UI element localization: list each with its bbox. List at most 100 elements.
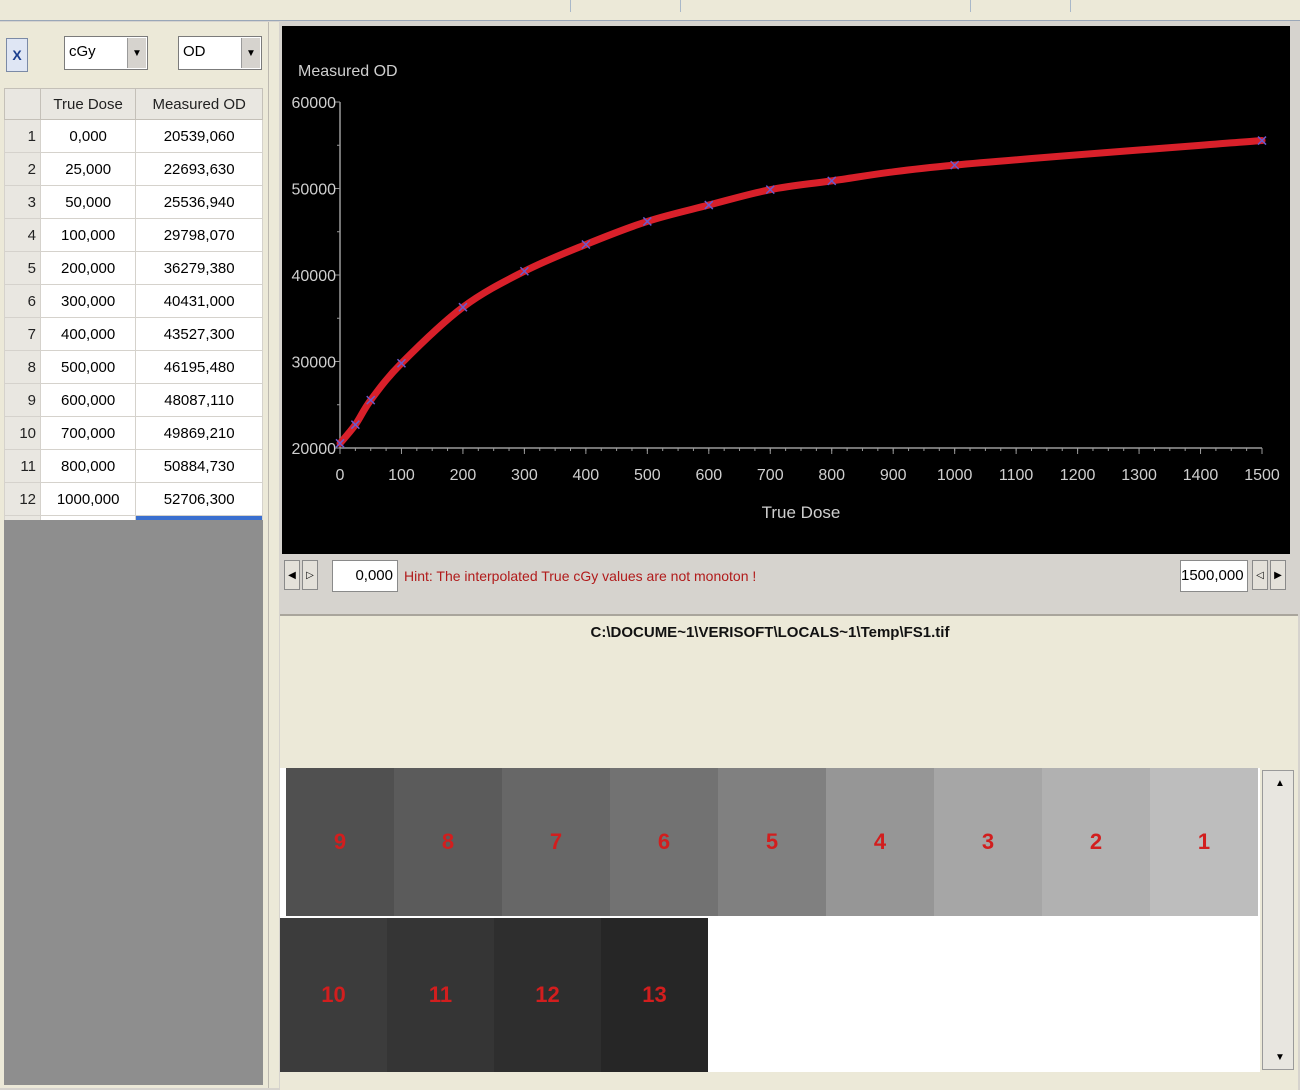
dose-cell[interactable]: 500,000	[39, 350, 137, 384]
x-tick-label: 800	[818, 467, 845, 484]
od-cell[interactable]: 52706,300	[135, 482, 263, 516]
range-right-step[interactable]: ◁	[1252, 560, 1268, 590]
od-cell[interactable]: 43527,300	[135, 317, 263, 351]
od-cell[interactable]: 49869,210	[135, 416, 263, 450]
measure-select[interactable]: OD ▼	[178, 36, 262, 70]
x-tick-label: 1300	[1121, 467, 1157, 484]
film-tile: 11	[387, 918, 494, 1072]
table-row[interactable]: 1 0,000 20539,060	[4, 119, 263, 153]
excel-export-icon[interactable]: X	[6, 38, 28, 72]
dose-cell[interactable]: 700,000	[39, 416, 137, 450]
x-tick-label: 600	[695, 467, 722, 484]
table-row[interactable]: 12 1000,000 52706,300	[4, 482, 263, 516]
row-number: 7	[4, 317, 41, 351]
film-tile: 1	[1150, 768, 1258, 916]
row-number: 11	[4, 449, 41, 483]
scroll-down-icon[interactable]: ▼	[1273, 1049, 1287, 1065]
dose-cell[interactable]: 300,000	[39, 284, 137, 318]
chevron-down-icon[interactable]: ▼	[127, 38, 146, 68]
table-row[interactable]: 4 100,000 29798,070	[4, 218, 263, 252]
range-left-step[interactable]: ▷	[302, 560, 318, 590]
table-row[interactable]: 5 200,000 36279,380	[4, 251, 263, 285]
table-row[interactable]: 8 500,000 46195,480	[4, 350, 263, 384]
chart-svg: Measured OD True Dose 20000 30000 40000 50000…	[292, 63, 1280, 522]
od-cell[interactable]: 29798,070	[135, 218, 263, 252]
film-tile: 13	[601, 918, 708, 1072]
table-row[interactable]: 3 50,000 25536,940	[4, 185, 263, 219]
row-number: 9	[4, 383, 41, 417]
scroll-up-icon[interactable]: ▲	[1273, 775, 1287, 791]
x-tick-label: 1000	[937, 467, 973, 484]
od-cell[interactable]: 36279,380	[135, 251, 263, 285]
row-number: 5	[4, 251, 41, 285]
column-header-true-dose[interactable]: True Dose	[39, 88, 137, 120]
y-axis-label: Measured OD	[298, 63, 398, 80]
od-cell[interactable]: 48087,110	[135, 383, 263, 417]
x-tick-label: 1500	[1244, 467, 1280, 484]
measure-select-value: OD	[183, 43, 206, 60]
window-top-bar	[0, 0, 1300, 21]
range-min-field[interactable]: 0,000	[332, 560, 398, 592]
table-row[interactable]: 6 300,000 40431,000	[4, 284, 263, 318]
table-row[interactable]: 11 800,000 50884,730	[4, 449, 263, 483]
row-number: 10	[4, 416, 41, 450]
top-segment	[680, 0, 971, 12]
dose-cell[interactable]: 100,000	[39, 218, 137, 252]
od-cell[interactable]: 25536,940	[135, 185, 263, 219]
table-row[interactable]: 10 700,000 49869,210	[4, 416, 263, 450]
dose-od-table: True Dose Measured OD 1 0,000 20539,060 2 25…	[4, 88, 263, 549]
film-tile: 8	[394, 768, 502, 916]
image-vertical-scrollbar[interactable]: ▲ ▼	[1262, 770, 1294, 1070]
dose-cell[interactable]: 200,000	[39, 251, 137, 285]
x-tick-label: 400	[573, 467, 600, 484]
od-cell[interactable]: 40431,000	[135, 284, 263, 318]
x-tick-label: 0	[336, 467, 345, 484]
top-segment	[970, 0, 1071, 12]
film-scan-image[interactable]: 9 8 7 6 5 4 3 2 1 10 11 12 13	[280, 768, 1260, 1072]
od-cell[interactable]: 20539,060	[135, 119, 263, 153]
chevron-down-icon[interactable]: ▼	[241, 38, 260, 68]
unit-select[interactable]: cGy ▼	[64, 36, 148, 70]
calibration-chart: Measured OD True Dose 20000 30000 40000 50000…	[282, 26, 1290, 554]
dose-cell[interactable]: 1000,000	[39, 482, 137, 516]
film-image-panel: C:\DOCUME~1\VERISOFT\LOCALS~1\Temp\FS1.t…	[280, 614, 1298, 1090]
od-cell[interactable]: 50884,730	[135, 449, 263, 483]
row-header-corner	[4, 88, 41, 120]
range-max-field[interactable]: 1500,000	[1180, 560, 1248, 592]
row-number: 2	[4, 152, 41, 186]
panel-splitter[interactable]	[268, 22, 279, 1088]
x-tick-label: 500	[634, 467, 661, 484]
table-row[interactable]: 7 400,000 43527,300	[4, 317, 263, 351]
x-tick-label: 1100	[999, 467, 1034, 484]
dose-cell[interactable]: 50,000	[39, 185, 137, 219]
x-tick-label: 900	[880, 467, 907, 484]
y-tick-label: 60000	[292, 95, 337, 112]
film-tile: 12	[494, 918, 601, 1072]
row-number: 1	[4, 119, 41, 153]
film-tile: 4	[826, 768, 934, 916]
table-row[interactable]: 9 600,000 48087,110	[4, 383, 263, 417]
dose-cell[interactable]: 600,000	[39, 383, 137, 417]
x-tick-label: 100	[388, 467, 415, 484]
column-header-measured-od[interactable]: Measured OD	[135, 88, 263, 120]
dose-cell[interactable]: 0,000	[39, 119, 137, 153]
table-row[interactable]: 2 25,000 22693,630	[4, 152, 263, 186]
x-tick-label: 300	[511, 467, 538, 484]
range-left-arrow[interactable]: ◀	[284, 560, 300, 590]
dose-cell[interactable]: 800,000	[39, 449, 137, 483]
od-cell[interactable]: 22693,630	[135, 152, 263, 186]
y-tick-label: 50000	[292, 182, 337, 199]
film-tile: 2	[1042, 768, 1150, 916]
fit-curve	[336, 137, 1266, 447]
row-number: 12	[4, 482, 41, 516]
x-tick-label: 1200	[1060, 467, 1096, 484]
od-cell[interactable]: 46195,480	[135, 350, 263, 384]
table-empty-area	[4, 520, 263, 1085]
file-path: C:\DOCUME~1\VERISOFT\LOCALS~1\Temp\FS1.t…	[590, 624, 950, 641]
dose-cell[interactable]: 400,000	[39, 317, 137, 351]
dose-cell[interactable]: 25,000	[39, 152, 137, 186]
row-number: 6	[4, 284, 41, 318]
unit-select-value: cGy	[69, 43, 96, 60]
x-axis-label: True Dose	[762, 503, 841, 522]
range-right-arrow[interactable]: ▶	[1270, 560, 1286, 590]
